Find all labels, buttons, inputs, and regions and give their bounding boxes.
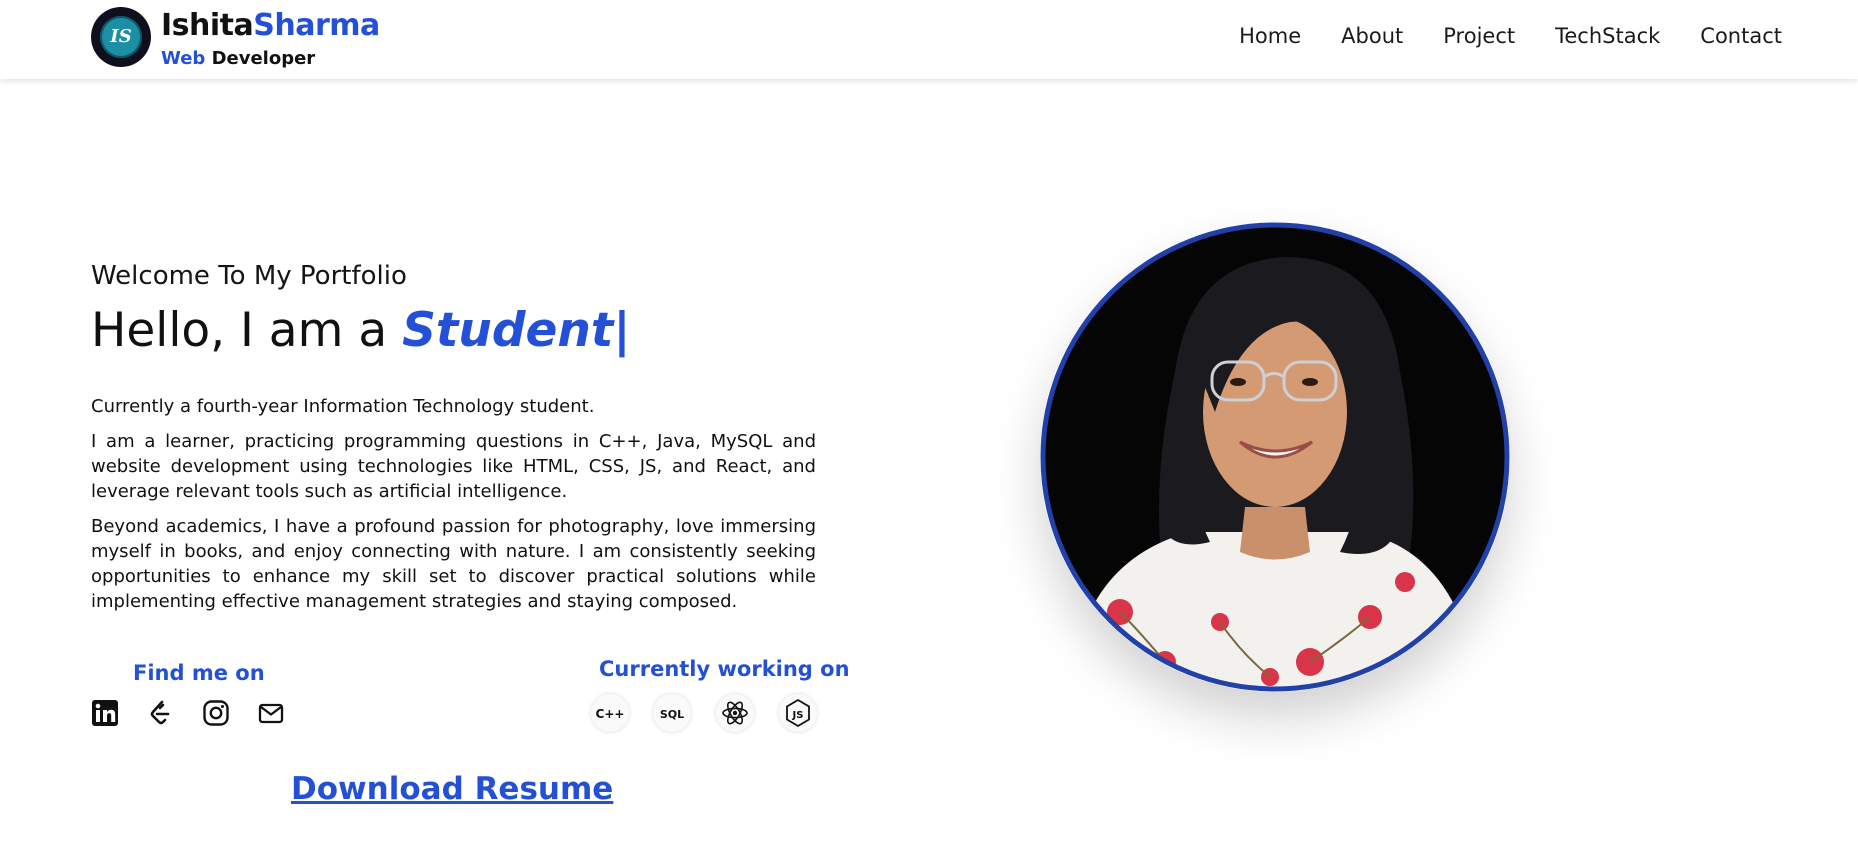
hero-title: Hello, I am a Student| <box>91 303 630 358</box>
linkedin-icon[interactable] <box>91 699 119 727</box>
nodejs-icon-label: JS <box>792 710 804 721</box>
navbar: IS IshitaSharma Web Developer Home About… <box>0 0 1858 79</box>
download-resume-link[interactable]: Download Resume <box>291 771 613 807</box>
hero-title-prefix: Hello, I am a <box>91 303 403 358</box>
logo-badge: IS <box>100 16 142 58</box>
find-me-on-heading: Find me on <box>133 661 265 685</box>
welcome-heading: Welcome To My Portfolio <box>91 261 407 291</box>
instagram-icon[interactable] <box>202 699 230 727</box>
nav-home[interactable]: Home <box>1239 24 1301 48</box>
brand-first-name: Ishita <box>161 8 254 43</box>
intro-paragraph-1: Currently a fourth-year Information Tech… <box>91 396 595 417</box>
brand-subtitle-rest: Developer <box>205 48 316 69</box>
brand-name[interactable]: IshitaSharma <box>161 8 380 43</box>
brand-last-name: Sharma <box>253 8 380 43</box>
intro-paragraph-2: I am a learner, practicing programming q… <box>91 431 816 502</box>
logo-initials: IS <box>110 26 132 47</box>
nav-about[interactable]: About <box>1341 24 1403 48</box>
nav-project[interactable]: Project <box>1443 24 1515 48</box>
nav-links: Home About Project TechStack Contact <box>1239 24 1782 48</box>
sql-icon-label: SQL <box>660 708 684 721</box>
brand-subtitle-highlight: Web <box>161 48 206 69</box>
profile-photo <box>1040 222 1510 692</box>
cpp-icon: C++ <box>591 694 629 732</box>
hero-title-role: Student <box>402 303 614 358</box>
nodejs-icon: JS <box>779 694 817 732</box>
sql-icon: SQL <box>653 694 691 732</box>
typing-cursor: | <box>613 303 631 358</box>
react-icon <box>716 694 754 732</box>
brand-subtitle: Web Developer <box>161 48 315 69</box>
intro-paragraph-3: Beyond academics, I have a profound pass… <box>91 516 816 612</box>
nav-contact[interactable]: Contact <box>1700 24 1782 48</box>
nav-techstack[interactable]: TechStack <box>1555 24 1660 48</box>
cpp-icon-label: C++ <box>596 707 625 721</box>
leetcode-icon[interactable] <box>146 699 174 727</box>
mail-icon[interactable] <box>257 699 285 727</box>
logo[interactable]: IS <box>91 7 151 67</box>
currently-working-on-heading: Currently working on <box>599 657 850 681</box>
